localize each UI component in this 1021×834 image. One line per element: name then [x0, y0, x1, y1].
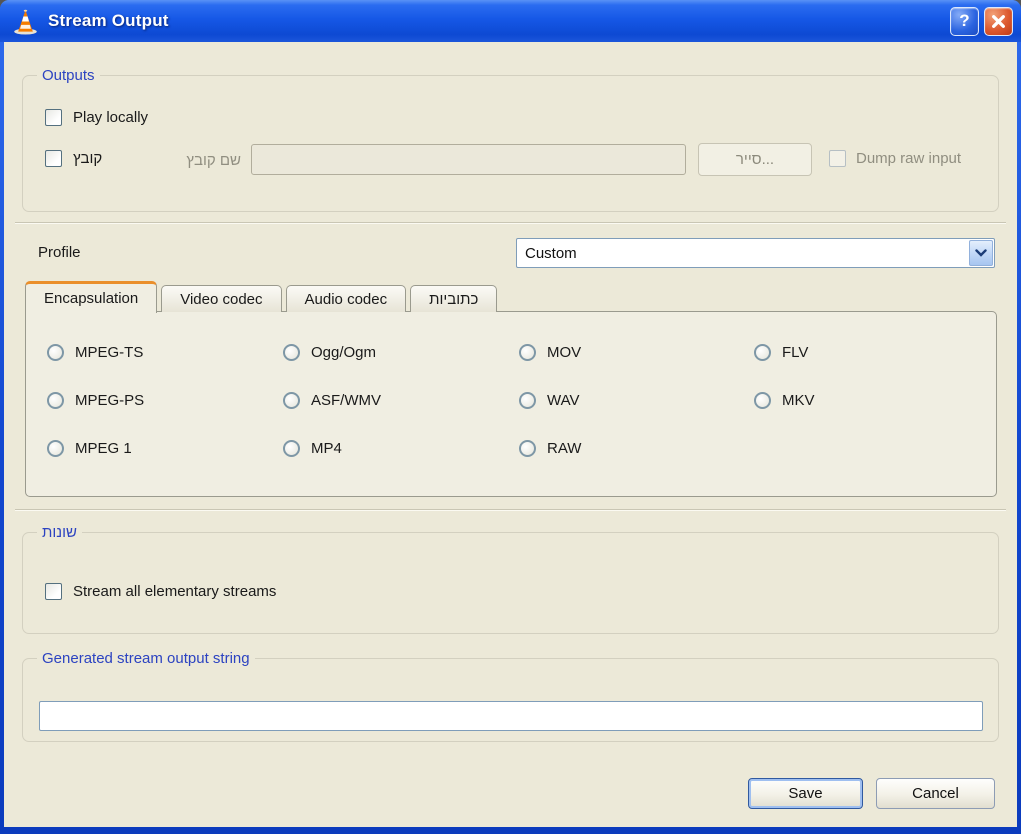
dump-raw-row: Dump raw input [829, 150, 961, 167]
radio-option-wav[interactable]: WAV [519, 392, 580, 409]
outputs-group: Outputs Play locally קובץ שם קובץ סייר..… [22, 75, 999, 212]
mpeg1-label: MPEG 1 [75, 440, 132, 457]
misc-group-label: שונות [37, 523, 82, 542]
tab-subtitles[interactable]: כתוביות [410, 285, 497, 312]
asf-wmv-radio[interactable] [283, 392, 300, 409]
tab-video-codec-label: Video codec [180, 291, 262, 308]
chevron-down-icon [975, 249, 987, 257]
mov-label: MOV [547, 344, 581, 361]
mpeg-ts-radio[interactable] [47, 344, 64, 361]
vlc-cone-icon [12, 8, 39, 35]
cancel-button[interactable]: Cancel [876, 778, 995, 809]
radio-option-mpeg-ts[interactable]: MPEG-TS [47, 344, 143, 361]
tab-encapsulation[interactable]: Encapsulation [25, 281, 157, 313]
separator-middle [15, 509, 1006, 511]
codec-tabbar: Encapsulation Video codec Audio codec כת… [25, 281, 501, 312]
file-checkbox-label: קובץ [73, 150, 102, 167]
tab-audio-codec-label: Audio codec [305, 291, 388, 308]
question-mark-icon: ? [959, 11, 969, 31]
mkv-radio[interactable] [754, 392, 771, 409]
mpeg1-radio[interactable] [47, 440, 64, 457]
radio-option-mpeg-ps[interactable]: MPEG-PS [47, 392, 144, 409]
mp4-label: MP4 [311, 440, 342, 457]
radio-option-mpeg1[interactable]: MPEG 1 [47, 440, 132, 457]
close-button[interactable] [984, 7, 1013, 36]
raw-label: RAW [547, 440, 581, 457]
browse-button: סייר... [698, 143, 812, 176]
play-locally-label: Play locally [73, 109, 148, 126]
tab-encapsulation-label: Encapsulation [44, 290, 138, 307]
profile-label: Profile [38, 244, 81, 261]
mpeg-ps-label: MPEG-PS [75, 392, 144, 409]
file-row: קובץ [45, 150, 102, 167]
play-locally-row: Play locally [45, 109, 148, 126]
asf-wmv-label: ASF/WMV [311, 392, 381, 409]
x-mark-icon [991, 14, 1006, 29]
generated-string-input[interactable] [39, 701, 983, 731]
tab-audio-codec[interactable]: Audio codec [286, 285, 407, 312]
mp4-radio[interactable] [283, 440, 300, 457]
radio-option-mkv[interactable]: MKV [754, 392, 815, 409]
dump-raw-checkbox [829, 150, 846, 167]
stream-output-dialog: Stream Output ? Outputs Play locally קוב… [0, 0, 1021, 834]
tab-subtitles-label: כתוביות [429, 291, 478, 308]
radio-option-mov[interactable]: MOV [519, 344, 581, 361]
save-button-label: Save [788, 785, 822, 802]
radio-option-asf-wmv[interactable]: ASF/WMV [283, 392, 381, 409]
file-checkbox[interactable] [45, 150, 62, 167]
ogg-radio[interactable] [283, 344, 300, 361]
misc-group: שונות Stream all elementary streams [22, 532, 999, 634]
flv-radio[interactable] [754, 344, 771, 361]
radio-option-mp4[interactable]: MP4 [283, 440, 342, 457]
browse-button-label: סייר... [736, 151, 774, 168]
radio-option-flv[interactable]: FLV [754, 344, 808, 361]
generated-group: Generated stream output string [22, 658, 999, 742]
file-name-input [251, 144, 686, 175]
cancel-button-label: Cancel [912, 785, 959, 802]
mov-radio[interactable] [519, 344, 536, 361]
window-title: Stream Output [48, 11, 950, 31]
profile-selected-value: Custom [525, 245, 577, 262]
stream-all-row: Stream all elementary streams [45, 583, 276, 600]
file-name-label: שם קובץ [143, 152, 241, 169]
mpeg-ts-label: MPEG-TS [75, 344, 143, 361]
flv-label: FLV [782, 344, 808, 361]
radio-option-ogg[interactable]: Ogg/Ogm [283, 344, 376, 361]
save-button[interactable]: Save [748, 778, 863, 809]
wav-label: WAV [547, 392, 580, 409]
ogg-label: Ogg/Ogm [311, 344, 376, 361]
raw-radio[interactable] [519, 440, 536, 457]
combo-dropdown-button[interactable] [969, 240, 993, 266]
outputs-group-label: Outputs [37, 66, 100, 85]
mpeg-ps-radio[interactable] [47, 392, 64, 409]
separator-top [15, 222, 1006, 224]
help-button[interactable]: ? [950, 7, 979, 36]
stream-all-label: Stream all elementary streams [73, 583, 276, 600]
mkv-label: MKV [782, 392, 815, 409]
stream-all-checkbox[interactable] [45, 583, 62, 600]
radio-option-raw[interactable]: RAW [519, 440, 581, 457]
wav-radio[interactable] [519, 392, 536, 409]
encapsulation-panel: MPEG-TS Ogg/Ogm MOV FLV MPEG-PS ASF/WMV [25, 311, 997, 497]
tab-video-codec[interactable]: Video codec [161, 285, 281, 312]
generated-group-label: Generated stream output string [37, 649, 255, 668]
dump-raw-label: Dump raw input [856, 150, 961, 167]
profile-combobox[interactable]: Custom [516, 238, 995, 268]
dialog-body: Outputs Play locally קובץ שם קובץ סייר..… [4, 42, 1017, 827]
play-locally-checkbox[interactable] [45, 109, 62, 126]
title-bar[interactable]: Stream Output ? [0, 0, 1021, 42]
